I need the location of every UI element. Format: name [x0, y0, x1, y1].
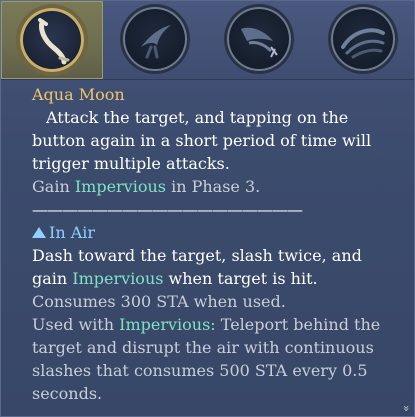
phase-prefix: Gain	[32, 177, 75, 196]
skill-slot-aqua-moon[interactable]	[1, 1, 103, 79]
bird-slash-icon	[123, 7, 187, 71]
dash-strike-icon	[227, 7, 291, 71]
section-header-in-air: In Air	[32, 221, 396, 244]
curved-dagger-icon	[20, 8, 84, 72]
phase-keyword: Impervious	[74, 177, 166, 196]
air-desc-keyword: Impervious	[72, 269, 164, 288]
skill-slot-2[interactable]	[105, 1, 207, 79]
air-description: Dash toward the target, slash twice, and…	[32, 244, 396, 290]
skill-bar	[1, 1, 414, 80]
skill-description: Attack the target, and tapping on the bu…	[32, 108, 372, 173]
air-desc-suffix: when target is hit.	[163, 269, 318, 288]
skill-title: Aqua Moon	[32, 85, 125, 104]
divider: ——————————————————	[32, 200, 303, 219]
skill-tooltip-panel: Aqua Moon Attack the target, and tapping…	[0, 0, 415, 417]
section-title: In Air	[49, 223, 96, 242]
used-with-prefix: Used with	[32, 315, 120, 334]
used-with-keyword: Impervious:	[119, 315, 216, 334]
skill-slot-3[interactable]	[209, 1, 311, 79]
wave-slash-icon	[331, 7, 395, 71]
triangle-up-icon	[32, 227, 46, 238]
scroll-down-icon[interactable]: »	[400, 405, 413, 412]
used-with-description: Used with Impervious: Teleport behind th…	[32, 313, 396, 405]
skill-slot-4[interactable]	[313, 1, 415, 79]
air-cost: Consumes 300 STA when used.	[32, 292, 286, 311]
phase-bonus: Gain Impervious in Phase 3.	[32, 175, 396, 198]
tooltip-content: Aqua Moon Attack the target, and tapping…	[1, 81, 414, 416]
phase-suffix: in Phase 3.	[165, 177, 261, 196]
